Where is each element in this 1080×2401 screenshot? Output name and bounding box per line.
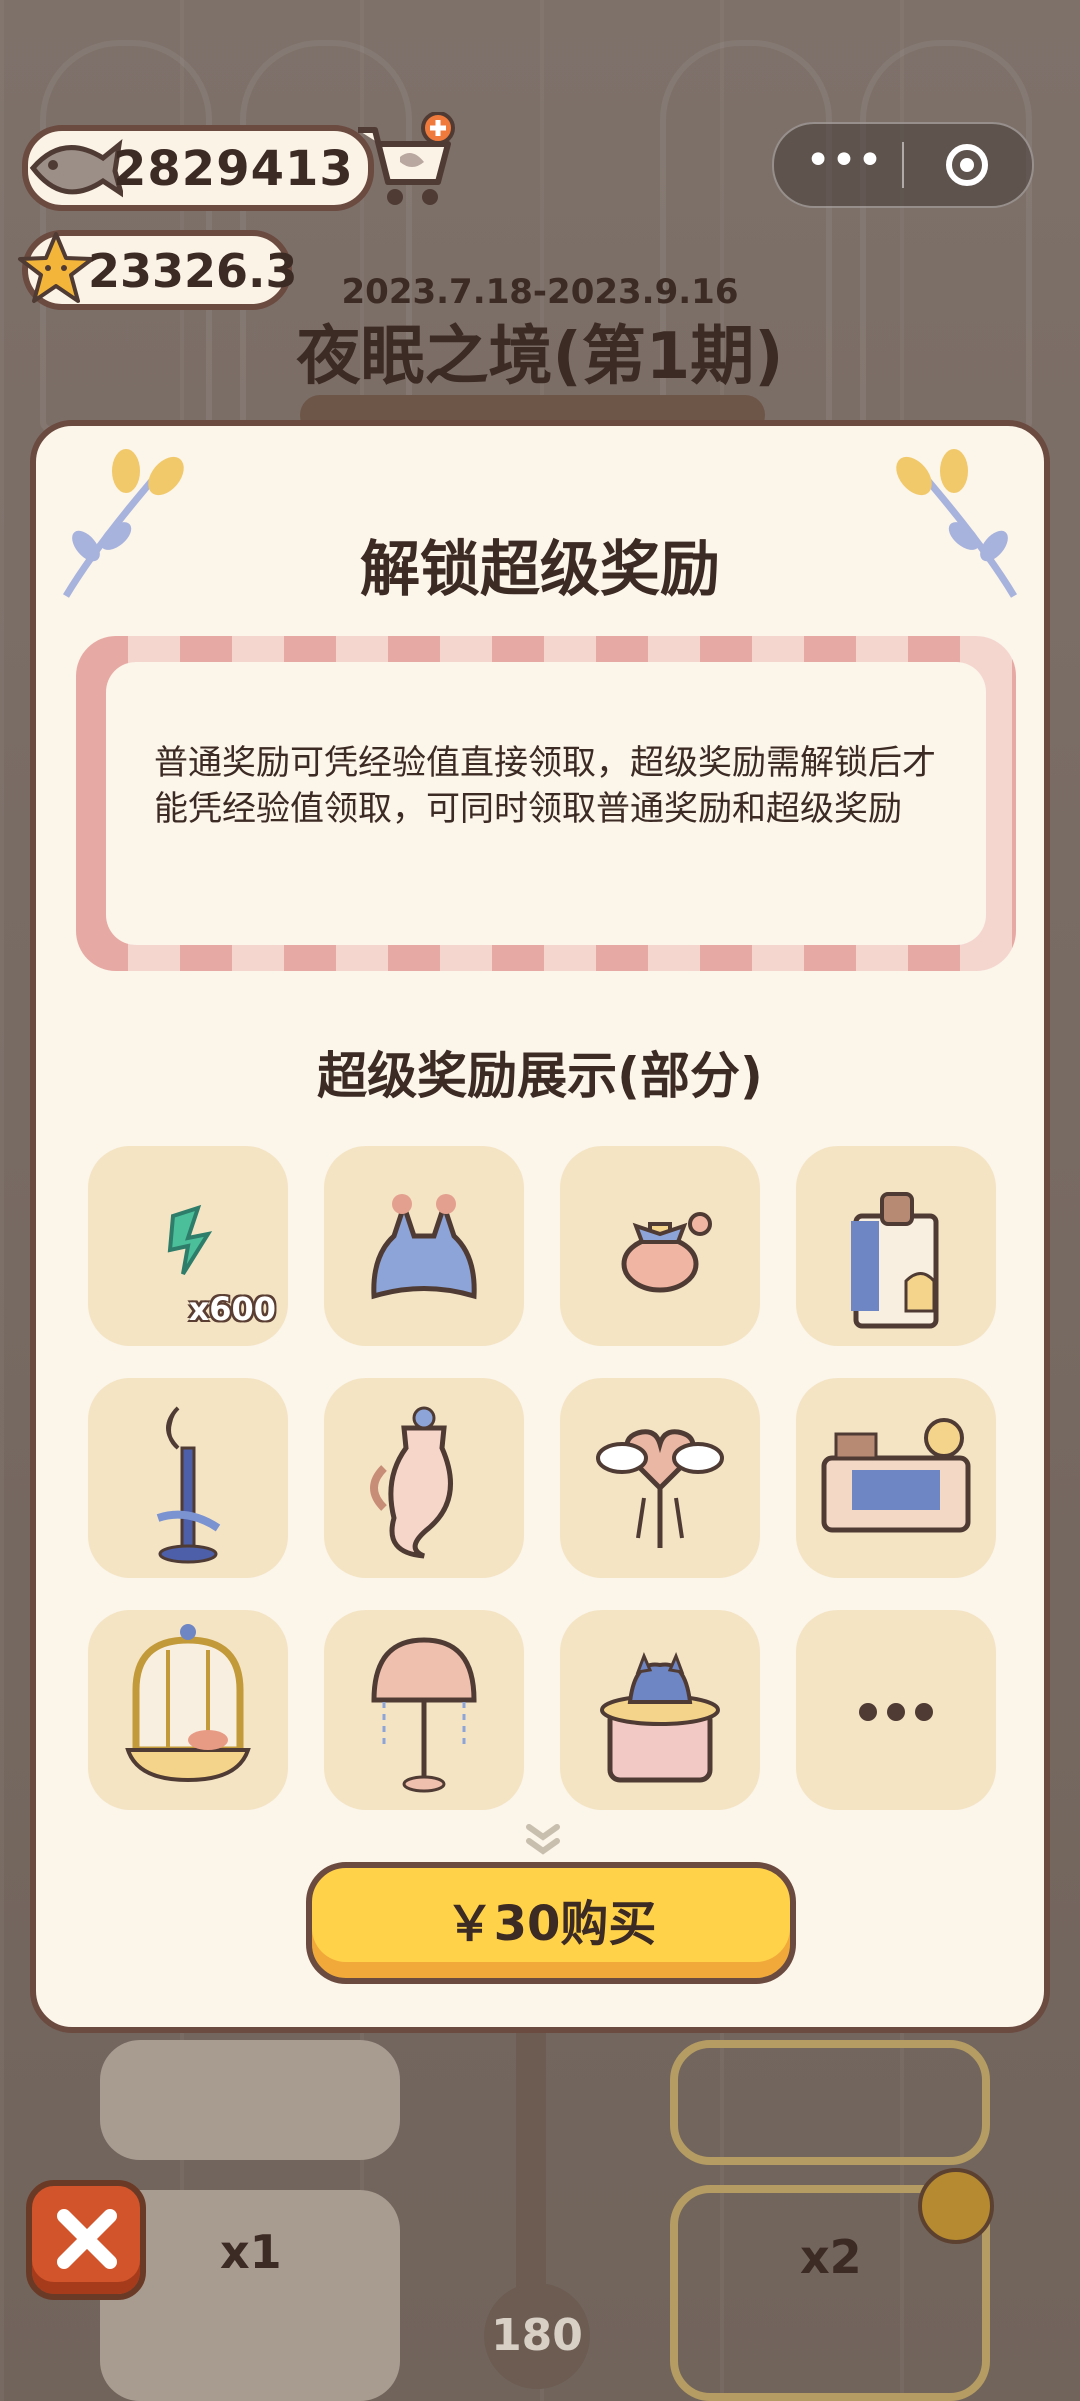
lock-icon — [918, 2168, 994, 2244]
blue-outfit-icon — [371, 1194, 477, 1300]
reward-item-more[interactable] — [796, 1610, 996, 1810]
shop-cart-icon[interactable] — [350, 112, 460, 212]
info-description: 普通奖励可凭经验值直接领取，超级奖励需解锁后才能凭经验值领取，可同时领取普通奖励… — [154, 743, 936, 829]
reward-item-heart-clock[interactable] — [560, 1378, 760, 1578]
progress-level: 180 — [484, 2283, 590, 2389]
item-quantity: x600 — [188, 1290, 276, 1328]
fish-icon — [29, 138, 123, 198]
unlock-super-reward-dialog: 解锁超级奖励 普通奖励可凭经验值直接领取，超级奖励需解锁后才能凭经验值领取，可同… — [30, 420, 1050, 2033]
dialog-title: 解锁超级奖励 — [360, 535, 720, 605]
more-options-button[interactable]: ••• — [804, 138, 884, 188]
reward-item-perfume[interactable] — [560, 1146, 760, 1346]
reward-item-bedroom-set[interactable] — [796, 1378, 996, 1578]
golden-cage-icon — [125, 1624, 251, 1783]
buy-button-label: ￥30购买 — [445, 1896, 657, 1952]
moon-lamp-icon — [156, 1406, 221, 1564]
reward-slot — [100, 2040, 400, 2160]
close-icon — [57, 2209, 117, 2269]
reward-quantity: x1 — [220, 2225, 282, 2279]
cat-table-icon — [600, 1651, 720, 1783]
info-panel: 普通奖励可凭经验值直接领取，超级奖励需解锁后才能凭经验值领取，可同时领取普通奖励… — [106, 662, 986, 945]
buy-button[interactable]: ￥30购买 — [306, 1862, 796, 1984]
event-title: 夜眠之境(第1期) — [296, 320, 784, 394]
reward-item-cat-table[interactable] — [560, 1610, 760, 1810]
perfume-bottle-icon — [621, 1212, 712, 1293]
reward-item-moon-lamp[interactable] — [88, 1378, 288, 1578]
chevron-down-icon — [526, 1824, 560, 1855]
exit-target-button[interactable] — [946, 144, 988, 186]
dragon-vase-icon — [370, 1406, 453, 1559]
jellyfish-lamp-icon — [371, 1637, 477, 1793]
ellipsis-icon — [859, 1703, 933, 1721]
fish-currency: 2829413 — [22, 125, 374, 211]
info-frame: 普通奖励可凭经验值直接领取，超级奖励需解锁后才能凭经验值领取，可同时领取普通奖励… — [76, 636, 1016, 971]
capsule-divider — [902, 142, 904, 188]
reward-item-golden-cage[interactable] — [88, 1610, 288, 1810]
cabinet-icon — [851, 1192, 939, 1329]
reward-item-cabinet[interactable] — [796, 1146, 996, 1346]
bedroom-set-icon — [821, 1418, 971, 1533]
reward-item-outfit[interactable] — [324, 1146, 524, 1346]
reward-item-dragon-vase[interactable] — [324, 1378, 524, 1578]
showcase-title: 超级奖励展示(部分) — [317, 1047, 763, 1105]
reward-item-gem[interactable]: x600 — [88, 1146, 288, 1346]
reward-slot-locked — [670, 2040, 990, 2165]
heart-clock-icon — [596, 1429, 724, 1548]
reward-quantity: x2 — [800, 2230, 862, 2284]
fish-count: 2829413 — [113, 141, 354, 197]
mini-program-capsule: ••• — [772, 122, 1034, 208]
reward-item-jellyfish-lamp[interactable] — [324, 1610, 524, 1810]
close-button[interactable] — [26, 2180, 146, 2300]
